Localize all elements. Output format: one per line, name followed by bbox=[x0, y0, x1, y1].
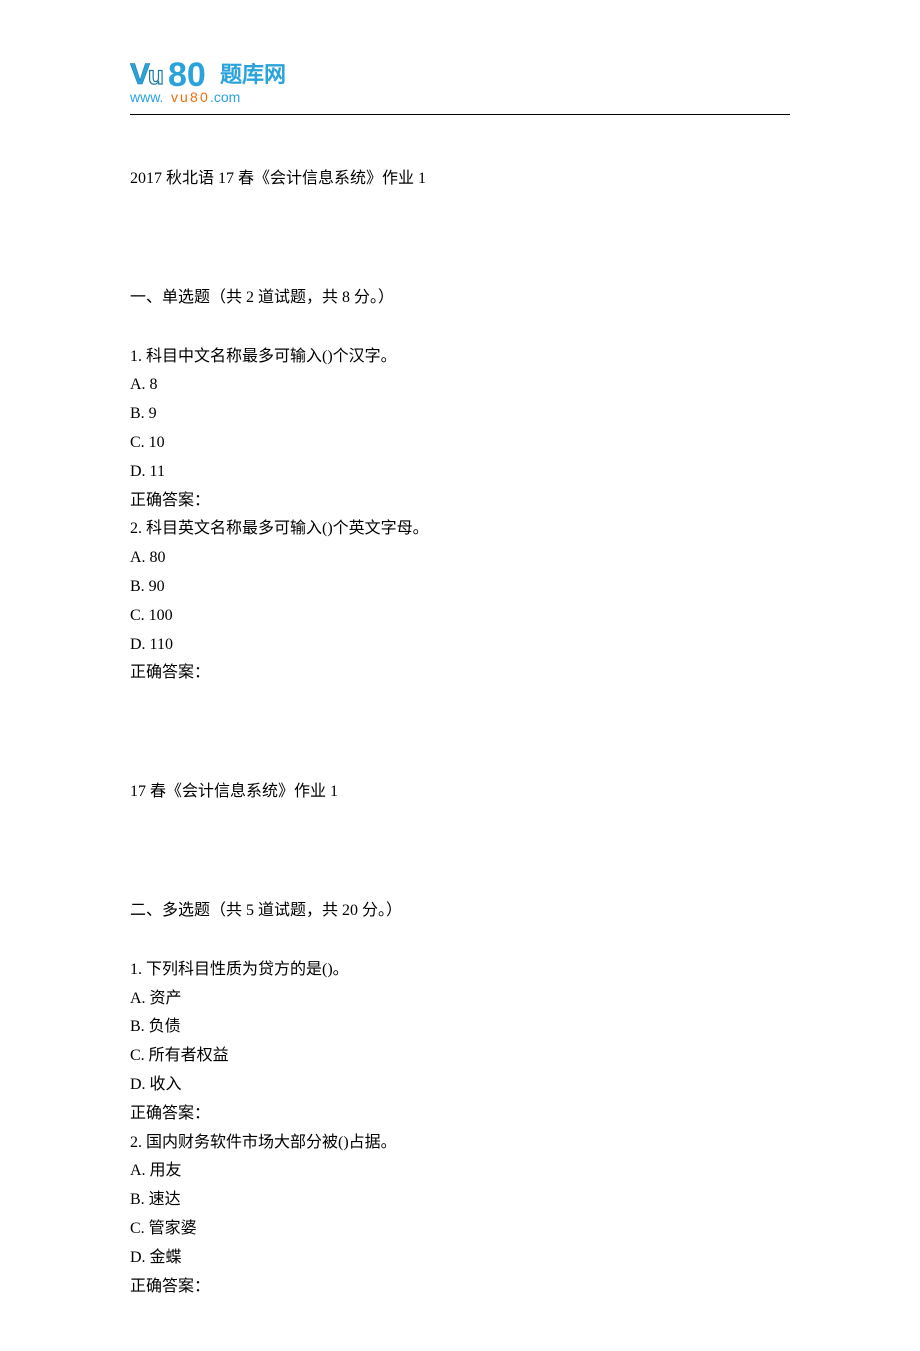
svg-text:V: V bbox=[130, 58, 150, 91]
question-option: D. 11 bbox=[130, 458, 790, 487]
svg-text:u: u bbox=[180, 89, 188, 105]
question-stem: 2. 科目英文名称最多可输入()个英文字母。 bbox=[130, 515, 790, 544]
question-option: B. 负债 bbox=[130, 1013, 790, 1042]
document-subtitle: 17 春《会计信息系统》作业 1 bbox=[130, 778, 790, 807]
question-option: B. 9 bbox=[130, 400, 790, 429]
answer-label: 正确答案： bbox=[130, 1273, 790, 1302]
question-stem: 1. 科目中文名称最多可输入()个汉字。 bbox=[130, 343, 790, 372]
answer-label: 正确答案： bbox=[130, 659, 790, 688]
site-logo: V u 80 题库网 www. v u 8 0 .com bbox=[130, 50, 790, 108]
svg-text:u: u bbox=[148, 60, 164, 90]
question-stem: 1. 下列科目性质为贷方的是()。 bbox=[130, 956, 790, 985]
svg-text:.com: .com bbox=[210, 89, 240, 105]
question-option: C. 管家婆 bbox=[130, 1215, 790, 1244]
document-title: 2017 秋北语 17 春《会计信息系统》作业 1 bbox=[130, 165, 790, 194]
answer-label: 正确答案： bbox=[130, 1100, 790, 1129]
question-option: A. 8 bbox=[130, 371, 790, 400]
svg-text:v: v bbox=[171, 89, 178, 105]
question-option: B. 90 bbox=[130, 573, 790, 602]
question-block: 1. 下列科目性质为贷方的是()。 A. 资产 B. 负债 C. 所有者权益 D… bbox=[130, 956, 790, 1129]
question-block: 1. 科目中文名称最多可输入()个汉字。 A. 8 B. 9 C. 10 D. … bbox=[130, 343, 790, 516]
document-page: V u 80 题库网 www. v u 8 0 .com 2017 秋北语 17… bbox=[0, 0, 920, 1351]
svg-text:题库网: 题库网 bbox=[220, 62, 286, 87]
spacer bbox=[130, 688, 790, 778]
svg-text:www.: www. bbox=[130, 89, 163, 105]
section-1-heading: 一、单选题（共 2 道试题，共 8 分。） bbox=[130, 284, 790, 313]
svg-text:0: 0 bbox=[200, 89, 208, 105]
question-stem: 2. 国内财务软件市场大部分被()占据。 bbox=[130, 1129, 790, 1158]
section-2-heading: 二、多选题（共 5 道试题，共 20 分。） bbox=[130, 897, 790, 926]
question-option: C. 10 bbox=[130, 429, 790, 458]
question-option: D. 110 bbox=[130, 631, 790, 660]
question-option: A. 资产 bbox=[130, 985, 790, 1014]
question-option: C. 所有者权益 bbox=[130, 1042, 790, 1071]
question-option: D. 收入 bbox=[130, 1071, 790, 1100]
page-header: V u 80 题库网 www. v u 8 0 .com bbox=[130, 50, 790, 115]
question-option: D. 金蝶 bbox=[130, 1244, 790, 1273]
question-block: 2. 国内财务软件市场大部分被()占据。 A. 用友 B. 速达 C. 管家婆 … bbox=[130, 1129, 790, 1302]
question-block: 2. 科目英文名称最多可输入()个英文字母。 A. 80 B. 90 C. 10… bbox=[130, 515, 790, 688]
svg-text:8: 8 bbox=[190, 89, 198, 105]
question-option: B. 速达 bbox=[130, 1186, 790, 1215]
question-option: A. 用友 bbox=[130, 1157, 790, 1186]
answer-label: 正确答案： bbox=[130, 487, 790, 516]
question-option: A. 80 bbox=[130, 544, 790, 573]
question-option: C. 100 bbox=[130, 602, 790, 631]
